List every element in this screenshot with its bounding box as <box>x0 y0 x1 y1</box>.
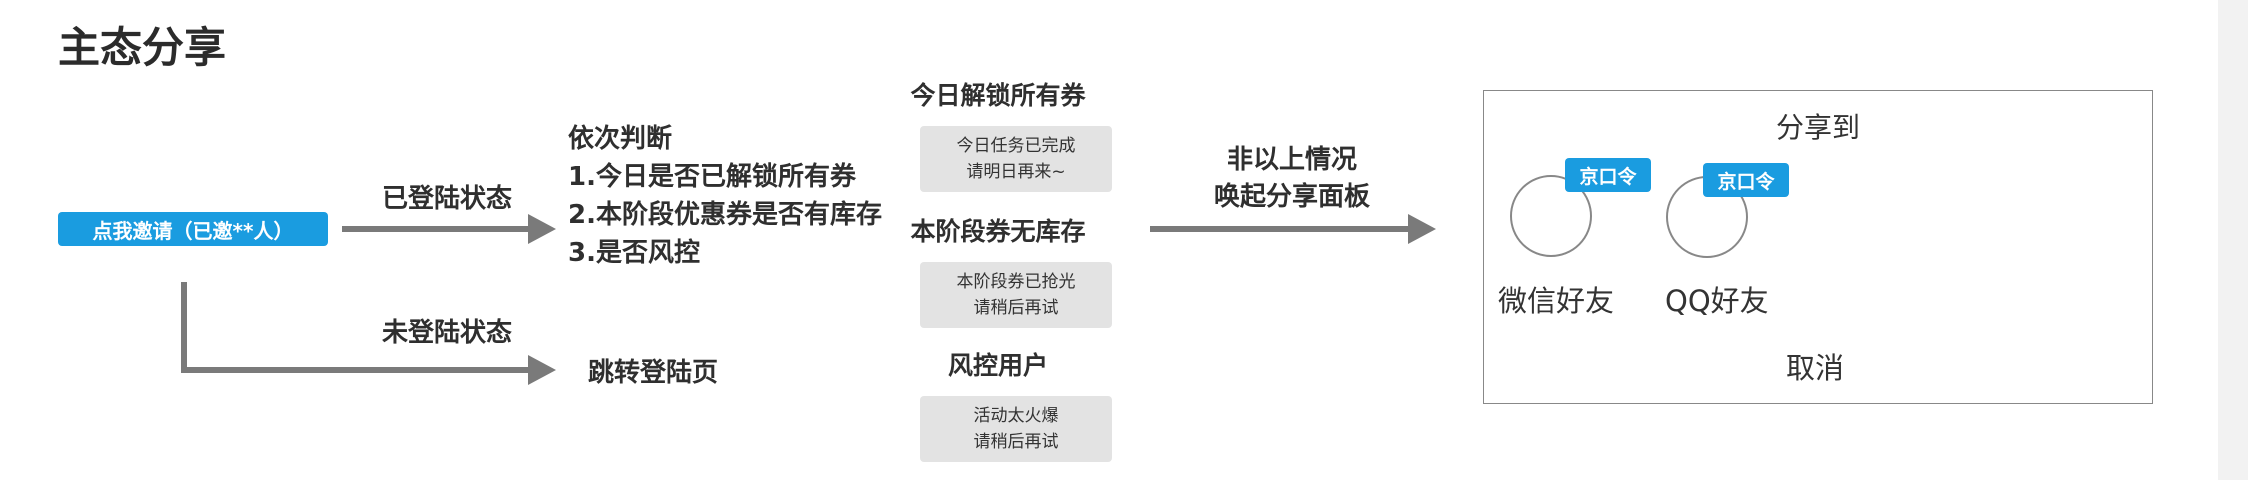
logged-in-label: 已登陆状态 <box>382 184 513 214</box>
not-logged-in-label: 未登陆状态 <box>382 318 513 348</box>
toast-all-unlocked: 今日任务已完成 请明日再来~ <box>920 126 1112 192</box>
invite-button[interactable]: 点我邀请（已邀**人） <box>58 212 328 246</box>
login-page-arrow-head <box>528 355 556 385</box>
toast-line: 请明日再来~ <box>966 162 1066 182</box>
check-item: 2.本阶段优惠券是否有库存 <box>568 200 882 230</box>
share-panel-title: 分享到 <box>1776 111 1861 144</box>
toast-line: 请稍后再试 <box>973 432 1059 452</box>
scrollbar-track[interactable] <box>2218 0 2248 480</box>
goto-login-label: 跳转登陆页 <box>588 358 719 388</box>
wechat-friend-label[interactable]: 微信好友 <box>1498 278 1614 320</box>
share-arrow-head <box>1408 214 1436 244</box>
logged-in-arrow-head <box>528 214 556 244</box>
check-heading: 依次判断 <box>568 124 673 154</box>
toast-line: 今日任务已完成 <box>956 136 1076 156</box>
cancel-button[interactable]: 取消 <box>1786 345 1844 387</box>
otherwise-label-line2: 唤起分享面板 <box>1213 182 1370 212</box>
check-item: 3.是否风控 <box>568 238 700 268</box>
toast-line: 请稍后再试 <box>973 298 1059 318</box>
check-item: 1.今日是否已解锁所有券 <box>568 162 856 192</box>
check-list: 依次判断 1.今日是否已解锁所有券 2.本阶段优惠券是否有库存 3.是否风控 <box>568 120 882 272</box>
toast-line: 活动太火爆 <box>973 406 1059 426</box>
otherwise-label-line1: 非以上情况 <box>1226 145 1357 175</box>
toast-line: 本阶段券已抢光 <box>956 272 1076 292</box>
qq-jd-code-tag: 京口令 <box>1703 163 1789 197</box>
toast-risk-user: 活动太火爆 请稍后再试 <box>920 396 1112 462</box>
case-title-no-stock: 本阶段券无库存 <box>910 217 1086 246</box>
toast-no-stock: 本阶段券已抢光 请稍后再试 <box>920 262 1112 328</box>
case-title-risk-user: 风控用户 <box>947 351 1048 380</box>
qq-friend-label[interactable]: QQ好友 <box>1665 278 1769 320</box>
case-title-all-unlocked: 今日解锁所有券 <box>910 81 1086 110</box>
wechat-jd-code-tag: 京口令 <box>1565 158 1651 192</box>
